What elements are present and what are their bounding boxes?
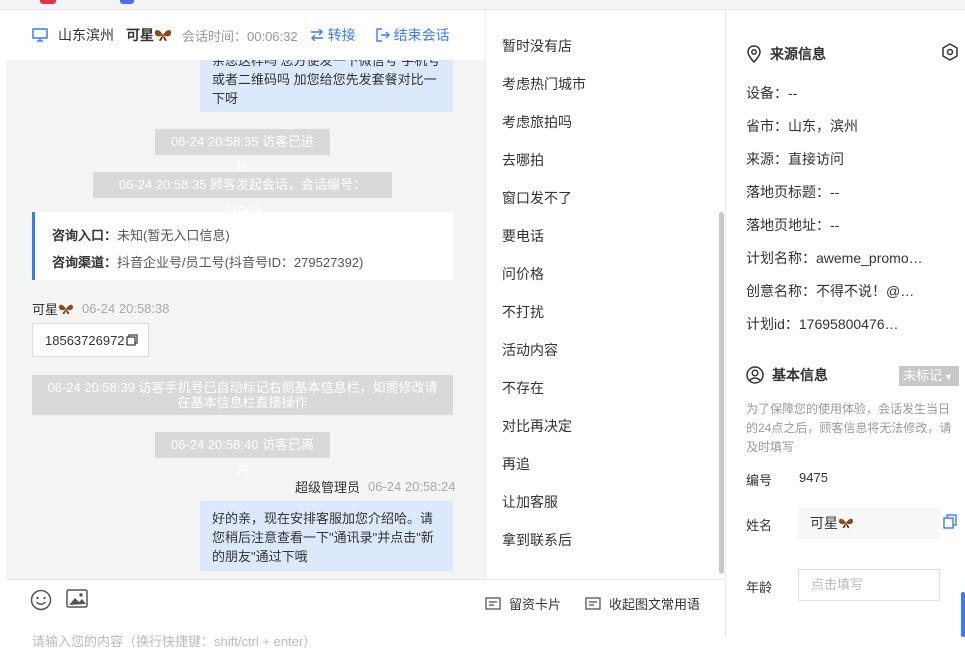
phone-message[interactable]: 18563726972: [32, 323, 149, 357]
transfer-icon: [310, 29, 323, 41]
previous-message-bubble: 亲您这样吗 您方便发一下微信号 手机号 或者二维码吗 加您给您先发套餐对比一 下…: [200, 60, 453, 112]
visitor-name: 可星: [32, 302, 59, 317]
previous-message-line: 下呀: [212, 91, 239, 106]
system-message: 06-24 20:58:35 访客已进线: [155, 129, 330, 175]
lead-card-button[interactable]: 留资卡片: [485, 594, 561, 613]
location-pin-icon: [747, 45, 761, 63]
card-icon: [485, 596, 501, 610]
source-info-title: 来源信息: [746, 44, 826, 64]
phrase-item[interactable]: 暂时没有店: [502, 36, 572, 56]
caret-down-icon: ▼: [944, 372, 953, 382]
agent-message-time: 06-24 20:58:24: [368, 479, 456, 494]
exit-icon: [375, 28, 390, 42]
phrase-item[interactable]: 拿到联系后: [502, 530, 572, 550]
card-icon: [585, 596, 601, 610]
id-value: 9475: [799, 470, 828, 485]
agent-message-bubble: 好的亲，现在安排客服加您介绍哈。请 您稍后注意查看一下"通讯录"并点击"新 的朋…: [200, 501, 453, 571]
butterfly-icon: [154, 30, 172, 41]
age-label: 年龄: [746, 580, 773, 595]
quick-phrase-list: 暂时没有店 考虑热门城市 考虑旅拍吗 去哪拍 窗口发不了 要电话 问价格 不打扰…: [485, 10, 725, 579]
agent-name: 超级管理员: [295, 480, 361, 495]
copy-icon[interactable]: [125, 334, 138, 346]
phrase-item[interactable]: 让加客服: [502, 492, 558, 512]
phrase-item[interactable]: 去哪拍: [502, 150, 544, 170]
session-time: 会话时间：00:06:32: [182, 28, 298, 44]
name-label: 姓名: [746, 518, 773, 533]
system-message: 06-24 20:58:39 访客手机号已自动标记右侧基本信息栏，如需修改请 在…: [32, 375, 453, 415]
phrase-item[interactable]: 考虑热门城市: [502, 74, 586, 94]
emoji-icon[interactable]: [30, 589, 52, 611]
phrase-item[interactable]: 要电话: [502, 226, 544, 246]
origin-field: 来源：直接访问: [746, 151, 844, 167]
visitor-location: 山东滨州: [58, 27, 114, 43]
phrase-item[interactable]: 再追: [502, 454, 530, 474]
consult-entry-row: 咨询入口：未知(暂无入口信息): [52, 228, 230, 243]
phrase-item[interactable]: 考虑旅拍吗: [502, 112, 572, 132]
creative-name-field: 创意名称：不得不说！@刘一: [746, 283, 924, 299]
copy-icon[interactable]: [943, 514, 957, 529]
customer-info-panel: 来源信息 设备：-- 省市：山东，滨州 来源：直接访问 落地页标题：-- 落地页…: [725, 10, 965, 637]
previous-message-line: 或者二维码吗 加您给您先发套餐对比一: [212, 72, 437, 87]
phrase-item[interactable]: 窗口发不了: [502, 188, 572, 208]
id-label: 编号: [746, 473, 773, 488]
phone-number: 18563726972: [45, 332, 125, 348]
user-circle-icon: [746, 366, 764, 384]
monitor-icon: [32, 28, 48, 42]
landing-url-field: 落地页地址：--: [746, 217, 840, 233]
phrase-list-scrollbar[interactable]: [719, 212, 724, 574]
phrase-item[interactable]: 不打扰: [502, 302, 544, 322]
device-field: 设备：--: [746, 85, 798, 101]
customer-tag-dropdown[interactable]: 未标记 ▼: [899, 366, 959, 386]
phrase-toolbar: 留资卡片 收起图文常用语: [485, 579, 725, 637]
message-input-area[interactable]: 请输入您的内容（换行快捷键：shift/ctrl + enter）: [6, 579, 485, 649]
visitor-nickname: 可星: [126, 25, 172, 45]
butterfly-icon: [839, 518, 853, 529]
side-float-button[interactable]: [961, 592, 965, 637]
browser-tab-strip: [0, 0, 965, 10]
butterfly-icon: [59, 304, 73, 314]
chat-panel: 山东滨州 可星 会话时间：00:06:32 转接 结束会话 亲您这样吗 您方便发…: [6, 10, 485, 649]
system-message: 06-24 20:58:35 顾客发起会话，会话编号：11909: [93, 172, 392, 218]
phrase-item[interactable]: 问价格: [502, 264, 544, 284]
agent-sender-line: 超级管理员 06-24 20:58:24: [295, 477, 455, 496]
previous-message-line: 亲您这样吗 您方便发一下微信号 手机号: [212, 60, 441, 68]
chat-header: 山东滨州 可星 会话时间：00:06:32 转接 结束会话: [6, 10, 485, 60]
visitor-message-time: 06-24 20:58:38: [82, 301, 170, 316]
system-message: 06-24 20:58:40 访客已离开: [155, 432, 330, 478]
landing-title-field: 落地页标题：--: [746, 184, 840, 200]
message-input[interactable]: 请输入您的内容（换行快捷键：shift/ctrl + enter）: [32, 631, 316, 650]
plan-id-field: 计划id：1769580047620000: [746, 316, 901, 332]
transfer-button[interactable]: 转接: [310, 25, 356, 45]
phrase-item[interactable]: 活动内容: [502, 340, 558, 360]
image-icon[interactable]: [66, 589, 88, 609]
name-field[interactable]: 可星: [798, 507, 940, 539]
phrase-item[interactable]: 对比再决定: [502, 416, 572, 436]
province-field: 省市：山东，滨州: [746, 118, 858, 134]
consult-channel-row: 咨询渠道：抖音企业号/员工号(抖音号ID：279527392): [52, 255, 364, 270]
settings-icon[interactable]: [941, 43, 959, 61]
plan-name-field: 计划名称：aweme_promotion_: [746, 250, 924, 266]
collapse-phrases-button[interactable]: 收起图文常用语: [585, 594, 700, 613]
consult-info-card: 咨询入口：未知(暂无入口信息) 咨询渠道：抖音企业号/员工号(抖音号ID：279…: [32, 212, 453, 280]
phrase-item[interactable]: 不存在: [502, 378, 544, 398]
basic-info-title: 基本信息: [746, 365, 828, 385]
edit-notice: 为了保障您的使用体验，会话发生当日的24点之后，顾客信息将无法修改，请及时填写: [746, 402, 952, 454]
end-session-button[interactable]: 结束会话: [375, 25, 450, 45]
visitor-sender-line: 可星 06-24 20:58:38: [32, 299, 169, 318]
age-input[interactable]: 点击填写: [798, 569, 940, 601]
